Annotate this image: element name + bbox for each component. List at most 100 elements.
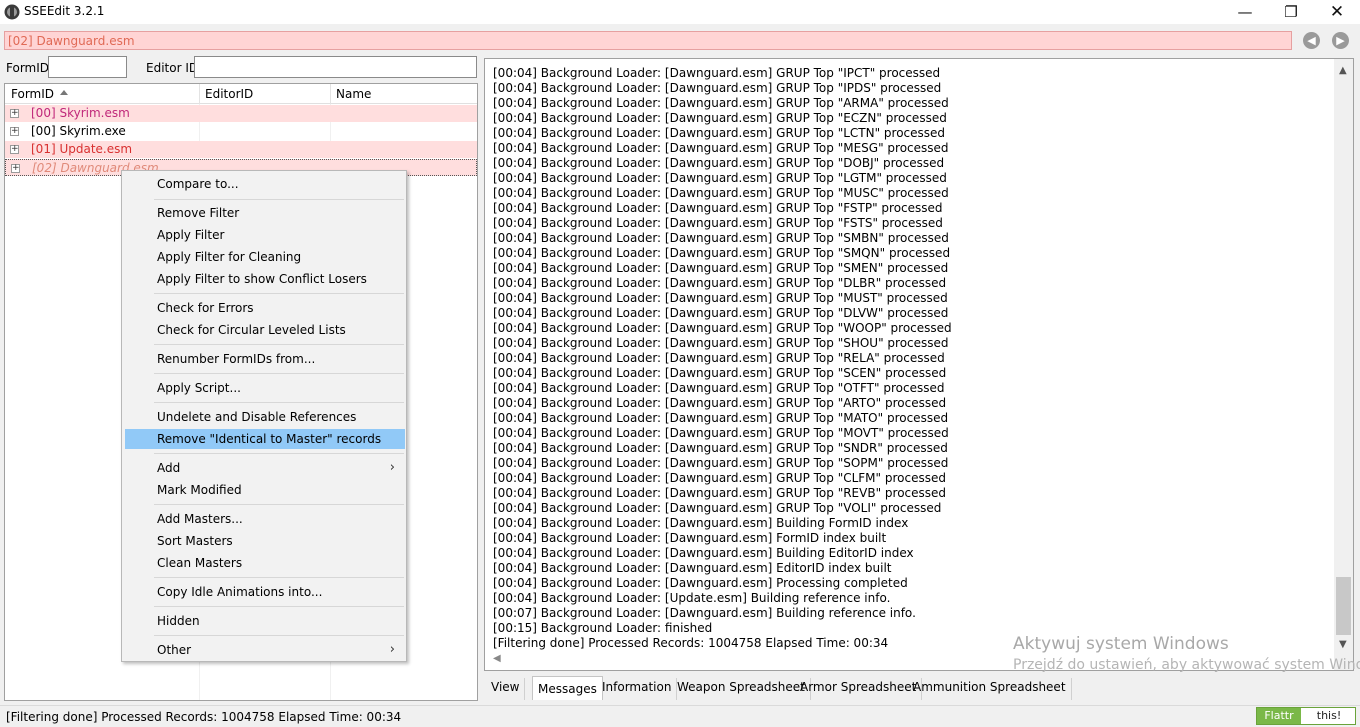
arrow-left-icon: ◀ [1307, 34, 1316, 47]
log-line: [00:04] Background Loader: [Dawnguard.es… [493, 111, 947, 125]
menu-separator [154, 504, 404, 505]
log-line: [00:04] Background Loader: [Dawnguard.es… [493, 171, 947, 185]
menu-separator [154, 577, 404, 578]
close-button[interactable]: ✕ [1314, 0, 1360, 24]
log-line: [00:04] Background Loader: [Dawnguard.es… [493, 321, 952, 335]
title-bar: SSEEdit 3.2.1 — ❐ ✕ [0, 0, 1360, 24]
menu-separator [154, 606, 404, 607]
tab-information[interactable]: Information [597, 678, 678, 700]
flattr-this-label: this! [1316, 709, 1342, 722]
tab-ammunition-spreadsheet[interactable]: Ammunition Spreadsheet [908, 678, 1072, 700]
sort-ascending-icon [60, 90, 68, 95]
app-logo-icon [4, 4, 20, 20]
log-line: [00:04] Background Loader: [Dawnguard.es… [493, 531, 887, 545]
menu-item-compare-to[interactable]: Compare to... [125, 174, 405, 194]
tab-messages[interactable]: Messages [532, 676, 603, 700]
column-header-formid[interactable]: FormID [11, 87, 54, 101]
menu-separator [154, 402, 404, 403]
menu-item-check-errors[interactable]: Check for Errors [125, 298, 405, 318]
log-line: [00:04] Background Loader: [Dawnguard.es… [493, 66, 941, 80]
expand-plus-icon[interactable]: + [11, 164, 20, 173]
column-divider[interactable] [330, 84, 331, 104]
log-line: [00:04] Background Loader: [Dawnguard.es… [493, 186, 949, 200]
editorid-filter-input[interactable] [194, 56, 477, 78]
arrow-right-icon: ▶ [1336, 34, 1345, 47]
minimize-button[interactable]: — [1222, 0, 1268, 24]
menu-item-apply-filter-cleaning[interactable]: Apply Filter for Cleaning [125, 247, 405, 267]
menu-item-other[interactable]: Other › [125, 640, 405, 660]
tree-row-update-esm[interactable]: + [01] Update.esm [5, 141, 477, 158]
scroll-left-icon[interactable]: ◀ [493, 653, 501, 664]
expand-plus-icon[interactable]: + [10, 127, 19, 136]
menu-item-add-masters[interactable]: Add Masters... [125, 509, 405, 529]
log-line: [00:04] Background Loader: [Dawnguard.es… [493, 231, 949, 245]
window-title: SSEEdit 3.2.1 [24, 4, 105, 18]
log-line: [00:04] Background Loader: [Dawnguard.es… [493, 471, 946, 485]
menu-item-check-circular-lists[interactable]: Check for Circular Leveled Lists [125, 320, 405, 340]
log-line: [00:07] Background Loader: [Dawnguard.es… [493, 606, 916, 620]
column-header-name[interactable]: Name [336, 87, 371, 101]
scroll-up-icon[interactable]: ▲ [1339, 65, 1347, 76]
menu-item-apply-filter[interactable]: Apply Filter [125, 225, 405, 245]
log-line: [00:04] Background Loader: [Dawnguard.es… [493, 576, 908, 590]
activation-watermark-title: Aktywuj system Windows [1013, 634, 1229, 654]
editorid-filter-label: Editor ID [146, 61, 199, 75]
tab-weapon-spreadsheet[interactable]: Weapon Spreadsheet [672, 678, 811, 700]
menu-item-mark-modified[interactable]: Mark Modified [125, 480, 405, 500]
back-button[interactable]: ◀ [1303, 32, 1320, 49]
menu-item-copy-idle-animations[interactable]: Copy Idle Animations into... [125, 582, 405, 602]
menu-item-remove-filter[interactable]: Remove Filter [125, 203, 405, 223]
menu-item-renumber-formids[interactable]: Renumber FormIDs from... [125, 349, 405, 369]
scroll-down-icon[interactable]: ▼ [1339, 639, 1347, 650]
log-line: [00:04] Background Loader: [Dawnguard.es… [493, 426, 949, 440]
column-divider[interactable] [199, 84, 200, 104]
menu-item-add[interactable]: Add › [125, 458, 405, 478]
log-line: [00:04] Background Loader: [Dawnguard.es… [493, 396, 947, 410]
tree-row-label: [00] Skyrim.exe [31, 124, 126, 138]
menu-item-apply-filter-conflict-losers[interactable]: Apply Filter to show Conflict Losers [125, 269, 405, 289]
context-menu: Compare to... Remove Filter Apply Filter… [121, 170, 407, 662]
log-line: [00:04] Background Loader: [Dawnguard.es… [493, 336, 949, 350]
log-line: [00:04] Background Loader: [Dawnguard.es… [493, 156, 945, 170]
submenu-arrow-icon: › [389, 642, 395, 657]
menu-item-hidden[interactable]: Hidden [125, 611, 405, 631]
maximize-button[interactable]: ❐ [1268, 0, 1314, 24]
tree-row-skyrim-esm[interactable]: + [00] Skyrim.esm [5, 105, 477, 122]
expand-plus-icon[interactable]: + [10, 145, 19, 154]
log-line: [00:04] Background Loader: [Dawnguard.es… [493, 216, 943, 230]
log-line: [00:04] Background Loader: [Dawnguard.es… [493, 441, 948, 455]
log-lines: [00:04] Background Loader: [Dawnguard.es… [493, 66, 1333, 651]
menu-item-clean-masters[interactable]: Clean Masters [125, 553, 405, 573]
filter-row: FormID Editor ID [0, 55, 480, 81]
log-line: [00:04] Background Loader: [Dawnguard.es… [493, 246, 951, 260]
formid-filter-input[interactable] [48, 56, 127, 78]
vertical-scrollbar[interactable]: ▲ ▼ [1334, 59, 1353, 670]
flattr-label: Flattr [1257, 708, 1301, 724]
menu-item-apply-script[interactable]: Apply Script... [125, 378, 405, 398]
tab-view[interactable]: View [486, 678, 526, 700]
menu-separator [154, 635, 404, 636]
log-line: [00:04] Background Loader: [Dawnguard.es… [493, 261, 949, 275]
log-line: [00:04] Background Loader: [Dawnguard.es… [493, 141, 949, 155]
messages-log[interactable]: [00:04] Background Loader: [Dawnguard.es… [484, 58, 1354, 671]
current-file-bar: [02] Dawnguard.esm [4, 31, 1292, 50]
log-line: [00:04] Background Loader: [Dawnguard.es… [493, 486, 947, 500]
column-header-editorid[interactable]: EditorID [205, 87, 253, 101]
menu-item-remove-identical-to-master[interactable]: Remove "Identical to Master" records [125, 429, 405, 449]
scrollbar-thumb[interactable] [1336, 577, 1351, 635]
expand-plus-icon[interactable]: + [10, 109, 19, 118]
menu-item-undelete-disable-references[interactable]: Undelete and Disable References [125, 407, 405, 427]
menu-item-sort-masters[interactable]: Sort Masters [125, 531, 405, 551]
forward-button[interactable]: ▶ [1332, 32, 1349, 49]
flattr-button[interactable]: Flattr this! [1256, 707, 1356, 725]
log-line: [00:04] Background Loader: [Dawnguard.es… [493, 501, 942, 515]
log-line: [00:04] Background Loader: [Update.esm] … [493, 591, 891, 605]
log-line: [00:04] Background Loader: [Dawnguard.es… [493, 456, 949, 470]
log-line: [00:04] Background Loader: [Dawnguard.es… [493, 351, 945, 365]
tab-armor-spreadsheet[interactable]: Armor Spreadsheet [795, 678, 923, 700]
submenu-arrow-icon: › [389, 460, 395, 475]
log-line: [00:04] Background Loader: [Dawnguard.es… [493, 126, 946, 140]
tree-row-skyrim-exe[interactable]: + [00] Skyrim.exe [5, 123, 477, 140]
log-line: [00:04] Background Loader: [Dawnguard.es… [493, 366, 947, 380]
tree-header: FormID EditorID Name [5, 84, 477, 104]
